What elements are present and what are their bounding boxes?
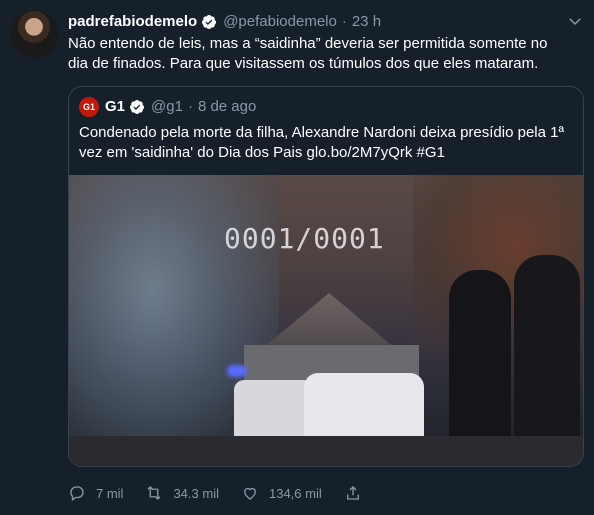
like-button[interactable]: 134,6 mil <box>241 484 322 502</box>
tweet-text: Não entendo de leis, mas a “saidinha” de… <box>68 35 548 72</box>
retweet-count: 34.3 mil <box>173 485 219 501</box>
retweet-button[interactable]: 34.3 mil <box>145 484 219 502</box>
quoted-tweet[interactable]: G1 G1 @g1 · 8 de ago Condenado pela mort… <box>68 86 584 467</box>
display-name[interactable]: padrefabiodemelo <box>68 13 197 31</box>
verified-icon <box>129 99 145 115</box>
quoted-date: 8 de ago <box>197 98 257 115</box>
chevron-down-icon[interactable] <box>566 12 584 30</box>
media-siren-light <box>227 365 247 377</box>
verified-icon <box>201 14 217 30</box>
media-person <box>514 255 580 460</box>
media-car <box>234 380 314 440</box>
share-icon <box>346 486 359 500</box>
like-icon <box>244 487 256 500</box>
action-bar: 7 mil 34.3 mil 134,6 mil <box>68 484 394 502</box>
media-car <box>304 373 424 443</box>
separator: · <box>187 98 193 115</box>
g1-avatar: G1 <box>79 97 99 117</box>
reply-button[interactable]: 7 mil <box>68 484 123 502</box>
media-person <box>449 270 511 460</box>
tweet-header: padrefabiodemelo @pefabiodemelo · 23 h <box>68 13 582 31</box>
quoted-header: G1 G1 @g1 · 8 de ago <box>79 97 256 117</box>
media-ground <box>69 436 583 466</box>
media-frame-stamp: 0001/0001 <box>224 222 385 255</box>
like-count: 134,6 mil <box>268 485 322 501</box>
handle[interactable]: @pefabiodemelo <box>223 13 337 31</box>
timestamp[interactable]: 23 h <box>352 13 381 31</box>
quoted-media-image[interactable]: 0001/0001 <box>69 175 583 466</box>
reply-icon <box>70 486 84 502</box>
retweet-icon <box>147 486 161 500</box>
quoted-display-name: G1 <box>105 98 126 115</box>
quoted-text: Condenado pela morte da filha, Alexandre… <box>79 124 565 161</box>
reply-count: 7 mil <box>96 485 124 501</box>
avatar[interactable] <box>10 10 58 58</box>
share-button[interactable] <box>344 484 372 502</box>
quoted-handle: @g1 <box>151 98 183 115</box>
separator: · <box>341 13 347 30</box>
